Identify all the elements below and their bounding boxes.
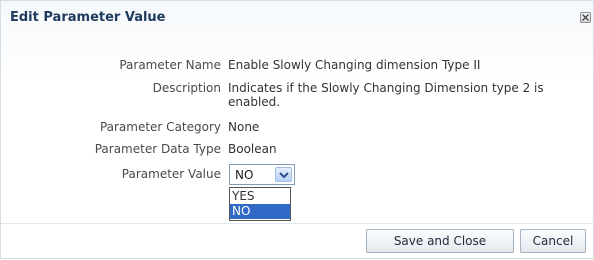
dialog-button-bar: Save and Close Cancel [1,223,593,260]
parameter-name-value: Enable Slowly Changing dimension Type II [228,58,481,72]
description-label: Description [152,81,221,95]
row-parameter-value: Parameter Value [1,167,593,187]
row-parameter-data-type: Parameter Data Type Boolean [1,142,593,162]
dropdown-option-yes[interactable]: YES [230,189,290,204]
save-and-close-button[interactable]: Save and Close [366,229,514,253]
parameter-value-selected: NO [235,168,254,182]
parameter-category-label: Parameter Category [99,120,221,134]
parameter-data-type-label: Parameter Data Type [94,142,221,156]
parameter-data-type-value: Boolean [228,142,277,156]
dropdown-option-no[interactable]: NO [230,204,290,219]
parameter-name-label: Parameter Name [119,58,221,72]
chevron-down-icon[interactable] [275,167,292,182]
row-parameter-category: Parameter Category None [1,120,593,140]
description-value: Indicates if the Slowly Changing Dimensi… [228,81,544,109]
close-icon[interactable] [580,12,591,23]
edit-parameter-dialog: Edit Parameter Value Parameter Name Enab… [0,0,594,259]
parameter-value-label: Parameter Value [121,167,221,181]
dialog-titlebar: Edit Parameter Value [1,1,593,35]
parameter-category-value: None [228,120,260,134]
parameter-value-select[interactable]: NO [229,164,295,185]
cancel-button[interactable]: Cancel [520,229,586,253]
row-description: Description Indicates if the Slowly Chan… [1,81,593,113]
row-parameter-name: Parameter Name Enable Slowly Changing di… [1,58,593,78]
parameter-value-dropdown-list: YES NO [229,187,291,221]
dialog-title: Edit Parameter Value [10,10,166,25]
